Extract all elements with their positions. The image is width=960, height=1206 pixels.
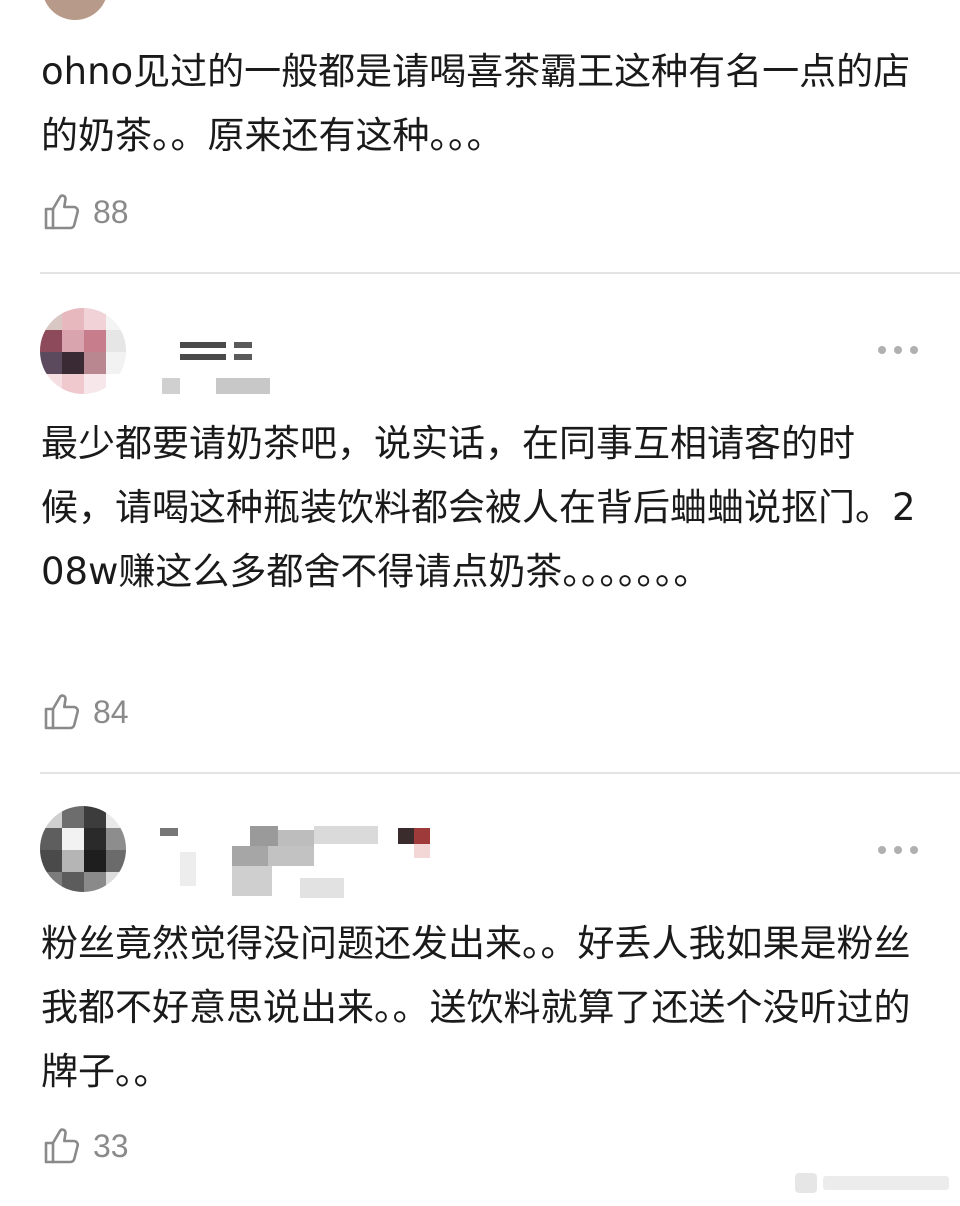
more-dots-icon[interactable] <box>878 844 918 856</box>
like-button[interactable]: 88 <box>42 190 129 234</box>
comment-text: 最少都要请奶茶吧，说实话，在同事互相请客的时候，请喝这种瓶装饮料都会被人在背后蛐… <box>41 422 916 593</box>
like-button[interactable]: 33 <box>42 1124 129 1168</box>
avatar[interactable] <box>40 806 126 892</box>
comment-text: 粉丝竟然觉得没问题还发出来。。好丢人我如果是粉丝我都不好意思说出来。。送饮料就算… <box>41 922 911 1093</box>
like-count: 84 <box>93 693 129 730</box>
watermark-logo <box>795 1173 949 1193</box>
thumbs-up-icon <box>44 694 80 730</box>
avatar[interactable] <box>40 308 126 394</box>
avatar[interactable] <box>42 0 108 20</box>
like-count: 33 <box>93 1127 129 1164</box>
thumbs-up-icon <box>44 194 80 230</box>
more-dots-icon[interactable] <box>878 344 918 356</box>
previous-comment-header <box>0 0 960 22</box>
divider <box>40 272 960 274</box>
like-count: 88 <box>93 193 129 230</box>
like-button[interactable]: 84 <box>42 690 129 734</box>
comment-text: ohno见过的一般都是请喝喜茶霸王这种有名一点的店的奶茶。。原来还有这种。。。 <box>41 50 911 157</box>
divider <box>40 772 960 774</box>
thumbs-up-icon <box>44 1128 80 1164</box>
